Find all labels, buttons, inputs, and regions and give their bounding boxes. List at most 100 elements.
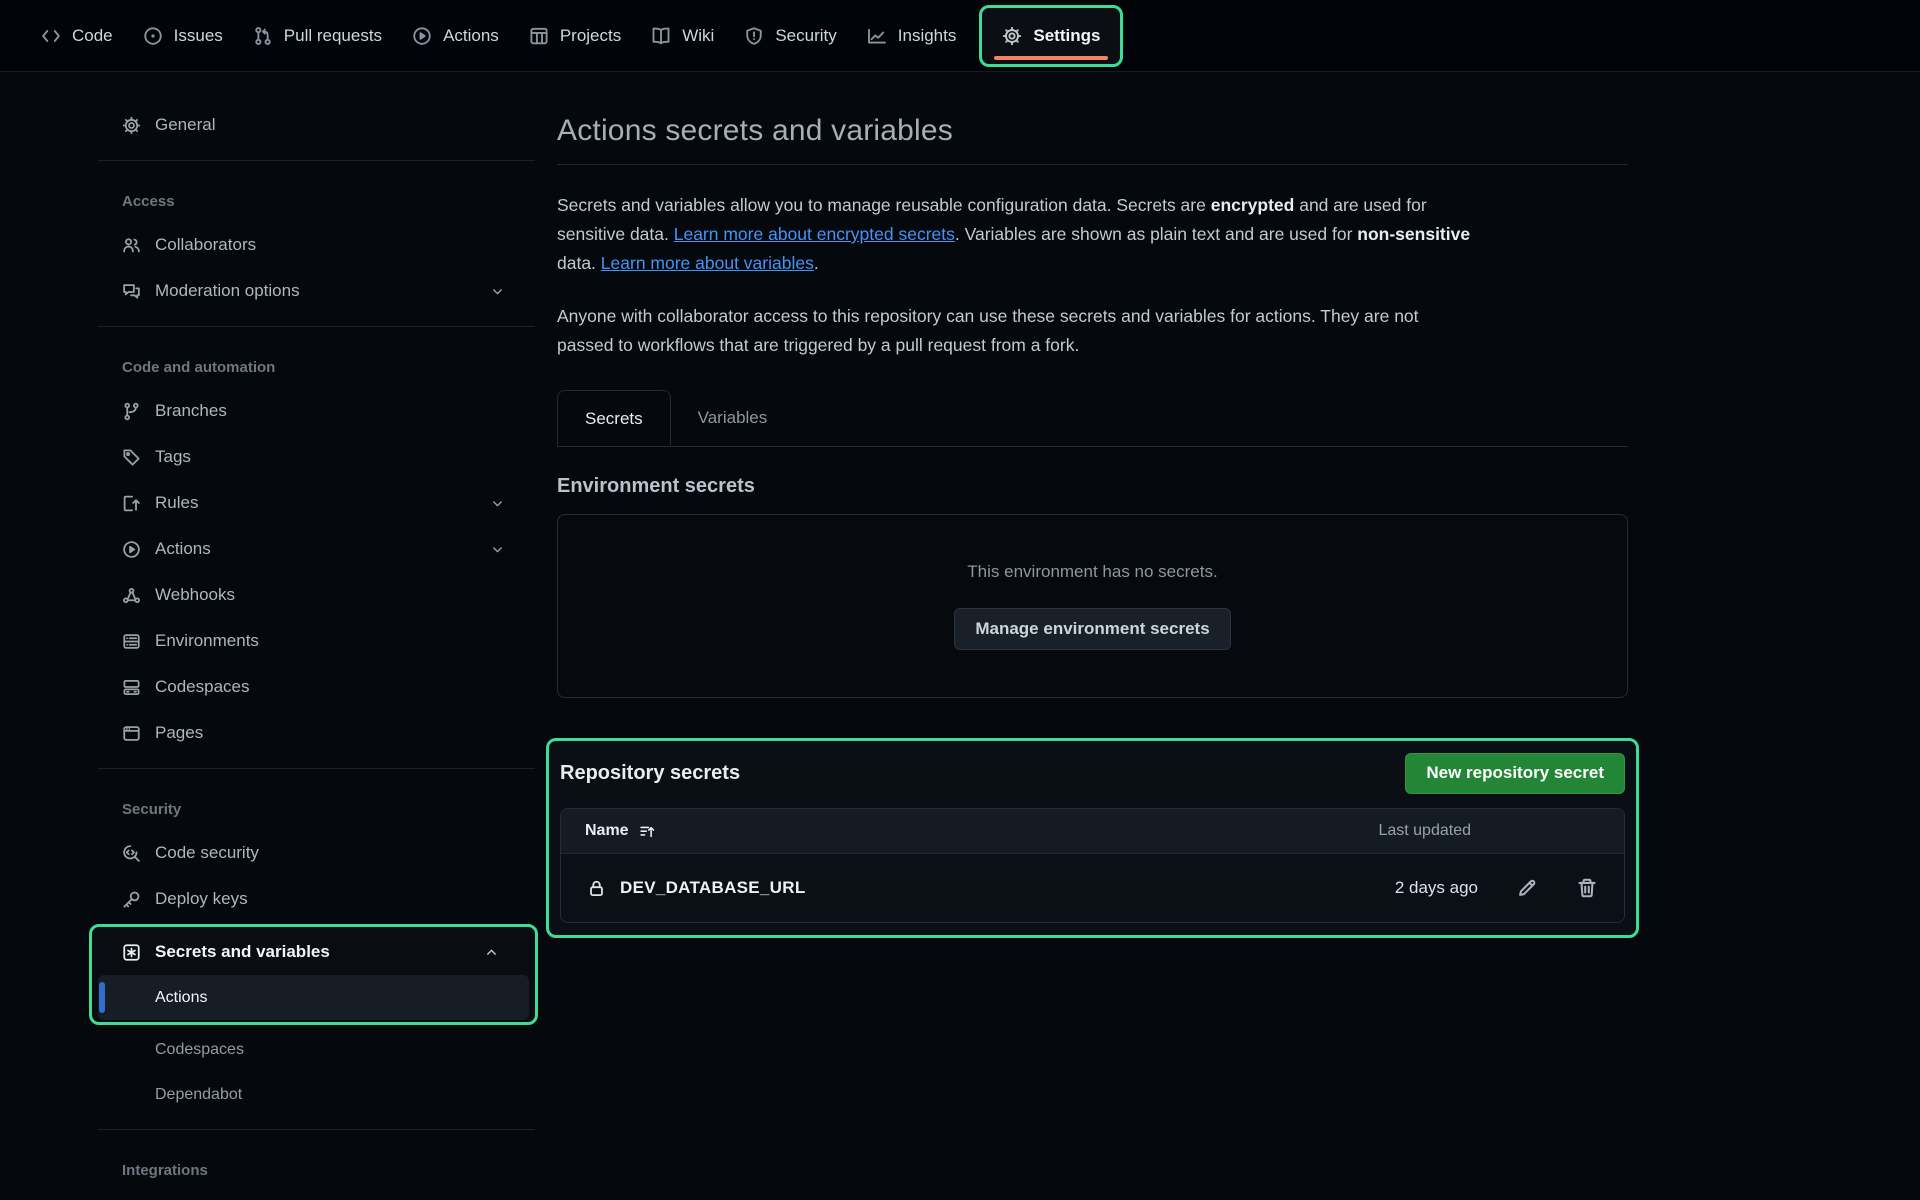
tab-issues[interactable]: Issues — [128, 0, 238, 72]
intro-text: and are used for — [1294, 195, 1426, 215]
sidebar-item-codespaces[interactable]: Codespaces — [98, 664, 535, 710]
chevron-up-icon — [484, 945, 499, 960]
issue-opened-icon — [143, 26, 163, 46]
sidebar-item-label: Code security — [155, 843, 259, 863]
delete-trash-icon[interactable] — [1576, 877, 1598, 899]
column-header-name[interactable]: Name — [585, 822, 656, 840]
sidebar-section-code-automation: Code and automation — [98, 339, 535, 388]
sidebar-item-label: Secrets and variables — [155, 942, 330, 962]
annotation-box-secrets-and-variables: Secrets and variables Actions — [89, 924, 538, 1025]
column-header-last-updated: Last updated — [1378, 822, 1471, 840]
chevron-down-icon — [490, 284, 505, 299]
tab-label: Insights — [898, 26, 957, 46]
sidebar-item-label: Codespaces — [155, 677, 250, 697]
sidebar-item-webhooks[interactable]: Webhooks — [98, 572, 535, 618]
secret-asterisk-icon — [122, 943, 141, 962]
sidebar-item-label: General — [155, 115, 215, 135]
intro-text: sensitive data. — [557, 224, 674, 244]
tab-label: Security — [775, 26, 836, 46]
sidebar-item-label: Actions — [155, 539, 211, 559]
sidebar-item-tags[interactable]: Tags — [98, 434, 535, 480]
sidebar-subitem-actions-selected[interactable]: Actions — [98, 975, 529, 1020]
sidebar-item-collaborators[interactable]: Collaborators — [98, 222, 535, 268]
sidebar-item-rules[interactable]: Rules — [98, 480, 535, 526]
edit-pencil-icon[interactable] — [1516, 877, 1538, 899]
sidebar-section-security: Security — [98, 781, 535, 830]
pull-request-icon — [253, 26, 273, 46]
sidebar-section-access: Access — [98, 173, 535, 222]
environment-secrets-empty-box: This environment has no secrets. Manage … — [557, 514, 1628, 698]
tab-label: Pull requests — [284, 26, 382, 46]
link-encrypted-secrets[interactable]: Learn more about encrypted secrets — [674, 224, 955, 244]
play-icon — [412, 26, 432, 46]
divider — [98, 326, 535, 327]
link-variables[interactable]: Learn more about variables — [601, 253, 814, 273]
tab-secrets[interactable]: Secrets — [557, 390, 671, 446]
tab-projects[interactable]: Projects — [514, 0, 636, 72]
intro-bold-encrypted: encrypted — [1211, 195, 1295, 215]
codespaces-icon — [122, 678, 141, 697]
table-header-row: Name Last updated — [561, 809, 1624, 854]
manage-environment-secrets-button[interactable]: Manage environment secrets — [954, 608, 1230, 650]
tab-wiki[interactable]: Wiki — [636, 0, 729, 72]
sidebar-item-secrets-and-variables[interactable]: Secrets and variables — [98, 929, 529, 975]
secret-name-cell: DEV_DATABASE_URL — [587, 878, 806, 898]
sidebar-section-integrations: Integrations — [98, 1142, 535, 1191]
tab-pull-requests[interactable]: Pull requests — [238, 0, 397, 72]
sidebar-item-moderation-options[interactable]: Moderation options — [98, 268, 535, 314]
collaborator-paragraph: Anyone with collaborator access to this … — [557, 302, 1628, 360]
annotation-box-repository-secrets: Repository secrets New repository secret… — [546, 738, 1639, 938]
sort-ascending-icon — [639, 823, 656, 840]
tab-code[interactable]: Code — [26, 0, 128, 72]
github-settings-page: Code Issues Pull requests Actions Projec… — [0, 0, 1920, 1200]
git-branch-icon — [122, 402, 141, 421]
gear-icon — [1002, 26, 1022, 46]
shield-icon — [744, 26, 764, 46]
sidebar-item-actions[interactable]: Actions — [98, 526, 535, 572]
table-icon — [529, 26, 549, 46]
secrets-variables-tabs: Secrets Variables — [557, 390, 1628, 447]
sidebar-subitem-codespaces[interactable]: Codespaces — [98, 1027, 535, 1072]
chevron-down-icon — [490, 496, 505, 511]
empty-state-text: This environment has no secrets. — [967, 562, 1217, 582]
sidebar-subitem-dependabot[interactable]: Dependabot — [98, 1072, 535, 1117]
intro-text: . — [814, 253, 819, 273]
book-icon — [651, 26, 671, 46]
tab-insights[interactable]: Insights — [852, 0, 972, 72]
sidebar-item-deploy-keys[interactable]: Deploy keys — [98, 876, 535, 922]
tag-icon — [122, 448, 141, 467]
webhook-icon — [122, 586, 141, 605]
tab-label: Actions — [443, 26, 499, 46]
browser-icon — [122, 724, 141, 743]
code-icon — [41, 26, 61, 46]
tab-variables[interactable]: Variables — [671, 390, 795, 446]
sidebar-item-branches[interactable]: Branches — [98, 388, 535, 434]
sidebar-item-label: Pages — [155, 723, 203, 743]
sidebar-item-label: Codespaces — [155, 1041, 244, 1059]
page-title: Actions secrets and variables — [557, 114, 1628, 148]
main-content: Actions secrets and variables Secrets an… — [557, 72, 1628, 938]
tab-label: Wiki — [682, 26, 714, 46]
chevron-down-icon — [490, 542, 505, 557]
tab-actions[interactable]: Actions — [397, 0, 514, 72]
people-icon — [122, 236, 141, 255]
sidebar-item-environments[interactable]: Environments — [98, 618, 535, 664]
paragraph-text: Anyone with collaborator access to this … — [557, 306, 1419, 326]
sidebar-item-code-security[interactable]: Code security — [98, 830, 535, 876]
sidebar-item-general[interactable]: General — [98, 102, 535, 148]
sidebar-item-github-apps[interactable]: GitHub Apps — [98, 1191, 535, 1200]
tab-label: Settings — [1033, 26, 1100, 46]
tab-security[interactable]: Security — [729, 0, 851, 72]
gear-icon — [122, 116, 141, 135]
comment-discussion-icon — [122, 282, 141, 301]
divider — [557, 164, 1628, 165]
tab-settings-active[interactable]: Settings — [979, 5, 1123, 67]
last-updated-value: 2 days ago — [1395, 878, 1478, 898]
play-icon — [122, 540, 141, 559]
lock-icon — [587, 879, 606, 898]
sidebar-item-label: Webhooks — [155, 585, 235, 605]
sidebar-item-pages[interactable]: Pages — [98, 710, 535, 756]
repo-tab-bar: Code Issues Pull requests Actions Projec… — [0, 0, 1920, 72]
intro-bold-non-sensitive: non-sensitive — [1357, 224, 1470, 244]
new-repository-secret-button[interactable]: New repository secret — [1405, 753, 1625, 794]
